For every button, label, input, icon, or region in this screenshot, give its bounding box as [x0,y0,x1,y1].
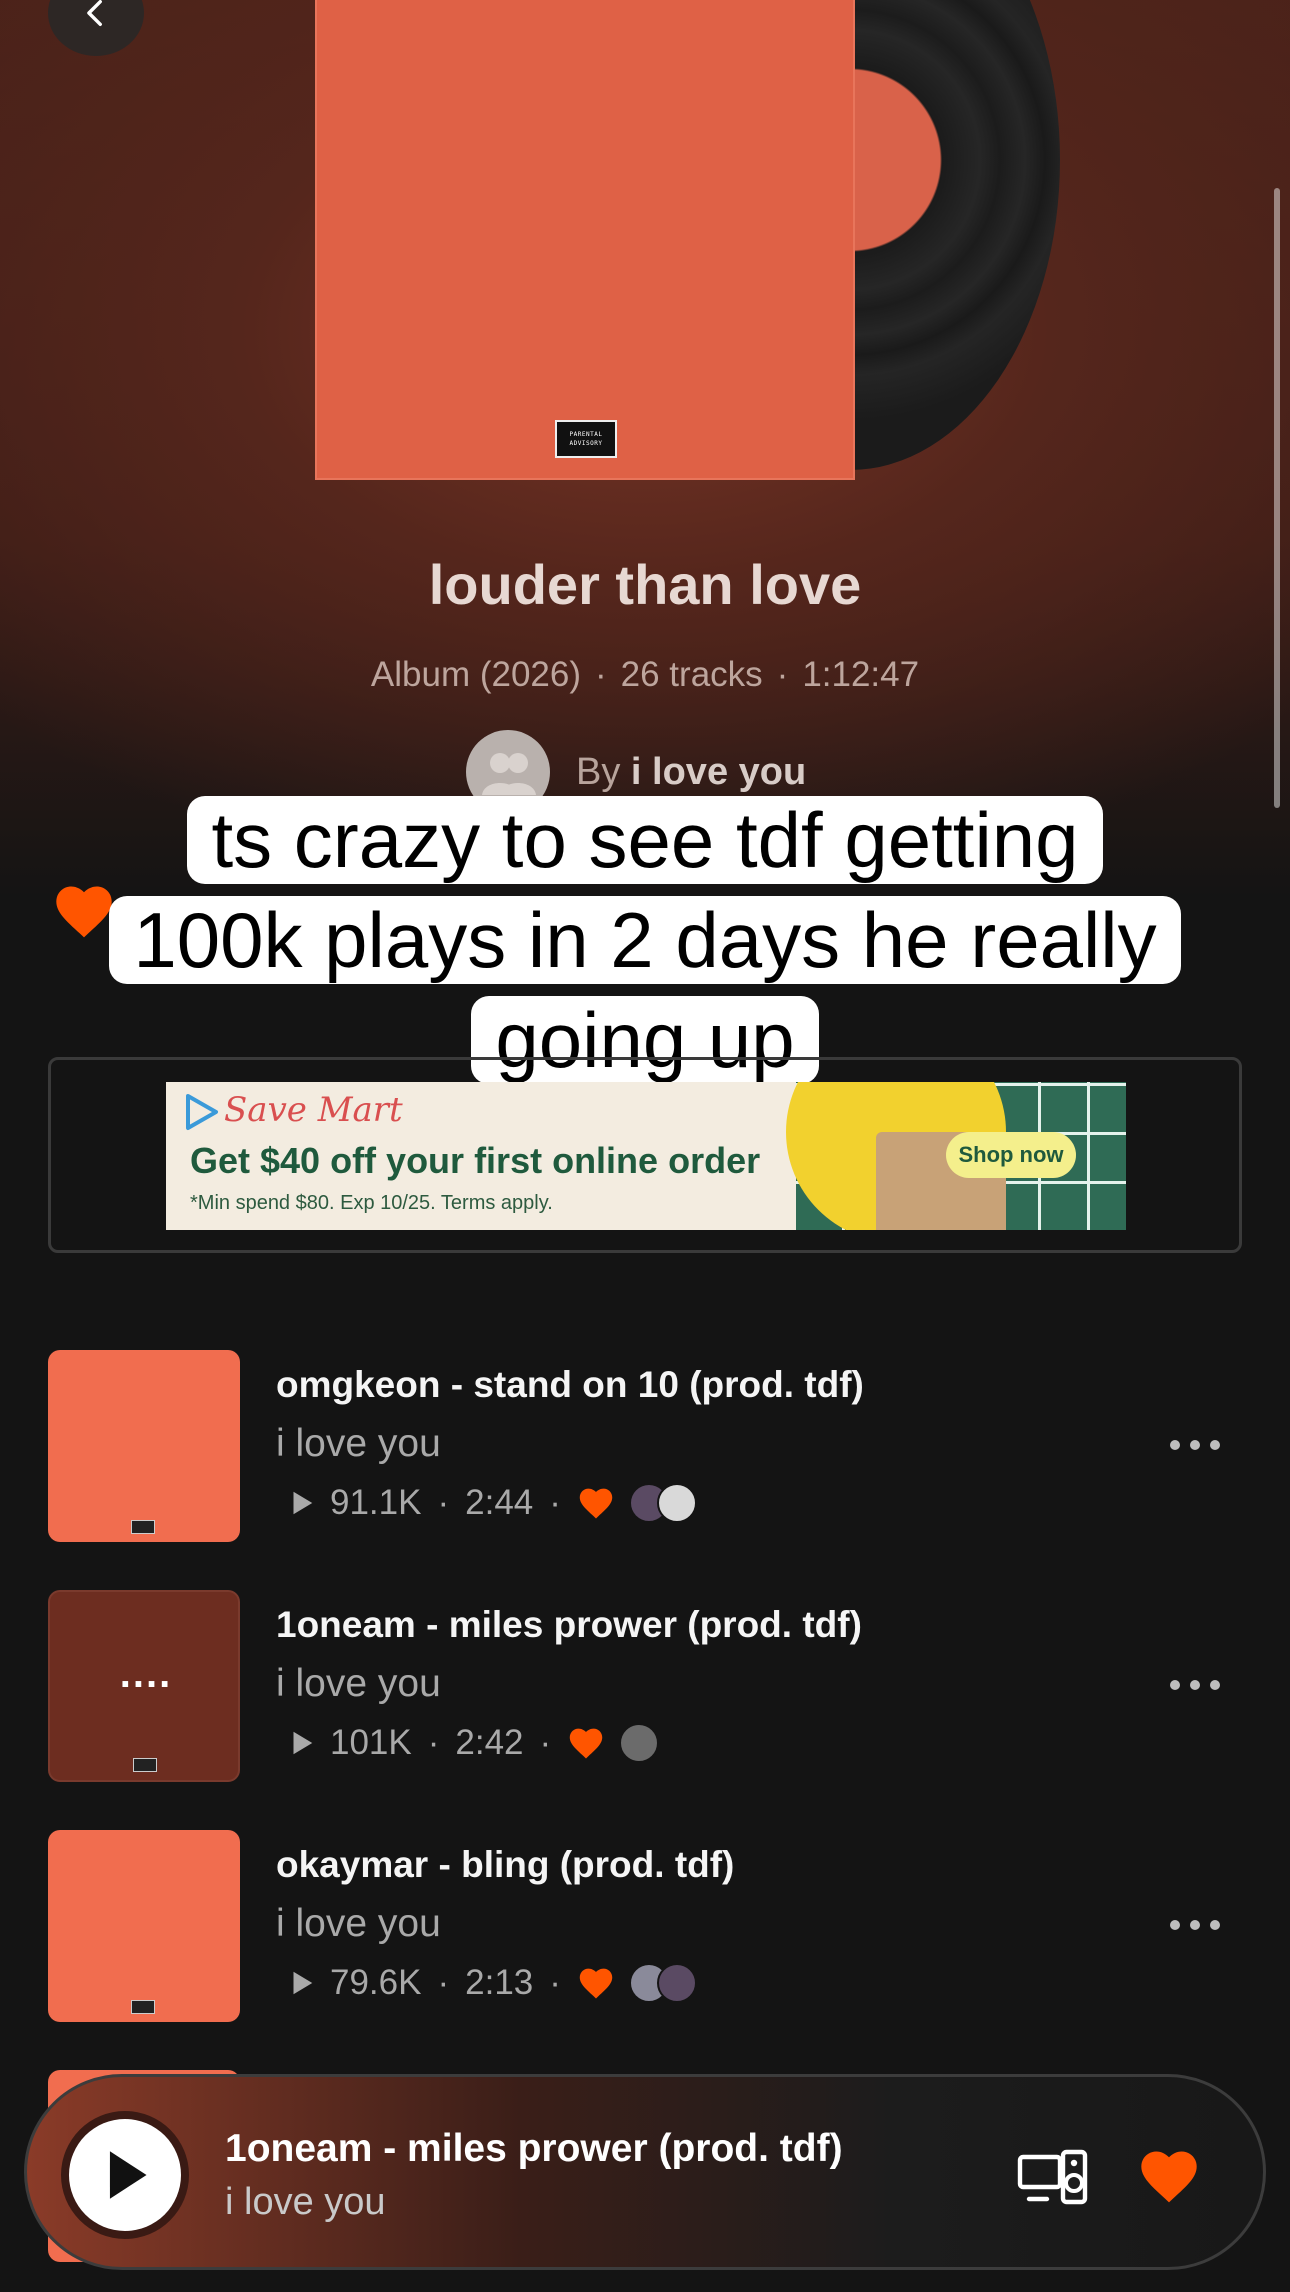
heart-icon [579,1968,613,1999]
track-title: okaymar - bling (prod. tdf) [276,1844,735,1885]
play-count-icon [293,1731,313,1755]
chevron-left-icon [87,0,102,27]
play-count-icon [293,1971,313,1995]
play-button-ring [61,2111,189,2239]
track-artist[interactable]: i love you [276,1662,441,1706]
player-track-artist[interactable]: i love you [225,2181,386,2224]
ad-headline: Get $40 off your first online order [190,1140,761,1181]
separator-dot: · [427,1723,440,1762]
album-artist-name[interactable]: i love you [631,751,806,793]
track-stats: 91.1K · 2:44 · [286,1480,697,1526]
ad-shop-now-button[interactable]: Shop now [946,1132,1076,1178]
separator-dot: · [549,1483,561,1522]
track-plays: 79.6K [330,1963,422,2002]
now-playing-indicator: .... [119,1652,173,1696]
album-page: PARENTAL ADVISORY louder than love Album… [0,0,1290,2292]
by-artist-label[interactable]: By i love you [576,751,806,794]
play-logo-icon [186,1094,218,1130]
track-duration: 2:42 [455,1723,524,1762]
heart-icon[interactable] [1137,2147,1201,2205]
video-caption-overlay: ts crazy to see tdf getting 100k plays i… [0,790,1290,1090]
track-plays: 91.1K [330,1483,422,1522]
track-row[interactable]: .... 1oneam - miles prower (prod. tdf) i… [0,1590,1290,1782]
album-track-count: 26 tracks [620,655,763,694]
track-artwork [48,1830,240,2022]
track-stats: 101K · 2:42 · [286,1720,660,1766]
track-artist[interactable]: i love you [276,1422,441,1466]
advisory-text: PARENTAL ADVISORY [569,431,603,447]
track-title: omgkeon - stand on 10 (prod. tdf) [276,1364,864,1405]
track-duration: 2:44 [465,1483,534,1522]
track-artist[interactable]: i love you [276,1902,441,1946]
album-duration: 1:12:47 [802,655,920,694]
track-stats: 79.6K · 2:13 · [286,1960,697,2006]
caption-line-1: ts crazy to see tdf getting [187,796,1103,884]
play-icon [109,2151,147,2199]
separator-dot: · [437,1963,450,2002]
album-meta: Album (2026) · 26 tracks · 1:12:47 [370,655,920,694]
album-cover[interactable]: PARENTAL ADVISORY [315,0,855,480]
track-row[interactable]: okaymar - bling (prod. tdf) i love you 7… [0,1830,1290,2022]
heart-icon [569,1728,603,1759]
advisory-mini-label [133,1758,157,1772]
track-artwork: .... [48,1590,240,1782]
track-duration: 2:13 [465,1963,534,2002]
ad-image: Shop now [786,1082,1126,1230]
separator-dot: · [549,1963,561,2002]
more-options-button[interactable] [1170,1910,1220,1940]
track-plays: 101K [330,1723,412,1762]
track-row[interactable]: omgkeon - stand on 10 (prod. tdf) i love… [0,1350,1290,1542]
ad-banner[interactable]: Save Mart Get $40 off your first online … [166,1082,1126,1230]
cast-devices-icon[interactable] [1017,2149,1089,2207]
liker-avatars [628,1963,697,2003]
track-artwork [48,1350,240,1542]
album-type-year: Album (2026) [370,655,581,694]
ad-fine-print: *Min spend $80. Exp 10/25. Terms apply. [190,1192,553,1214]
parental-advisory-label: PARENTAL ADVISORY [555,420,617,458]
avatar [619,1723,660,1763]
liker-avatars [619,1723,660,1763]
mini-player[interactable]: 1oneam - miles prower (prod. tdf) i love… [24,2074,1266,2270]
track-title: 1oneam - miles prower (prod. tdf) [276,1604,862,1645]
avatar [656,1483,697,1523]
ad-brand-name: Save Mart [224,1090,403,1130]
avatar [656,1963,697,2003]
liker-avatars [628,1483,697,1523]
advisory-mini-label [131,2000,155,2014]
advisory-mini-label [131,1520,155,1534]
by-prefix: By [576,750,621,793]
separator-dot: · [539,1723,552,1762]
separator-dot: · [437,1483,450,1522]
play-button[interactable] [69,2119,181,2231]
heart-icon [579,1488,613,1519]
play-count-icon [293,1491,313,1515]
player-track-title[interactable]: 1oneam - miles prower (prod. tdf) [225,2127,843,2171]
scrollbar[interactable] [1274,188,1280,808]
caption-line-2: 100k plays in 2 days he really [109,896,1181,984]
more-options-button[interactable] [1170,1670,1220,1700]
more-options-button[interactable] [1170,1430,1220,1460]
ad-container: Save Mart Get $40 off your first online … [48,1057,1242,1253]
album-title: louder than love [428,553,862,616]
